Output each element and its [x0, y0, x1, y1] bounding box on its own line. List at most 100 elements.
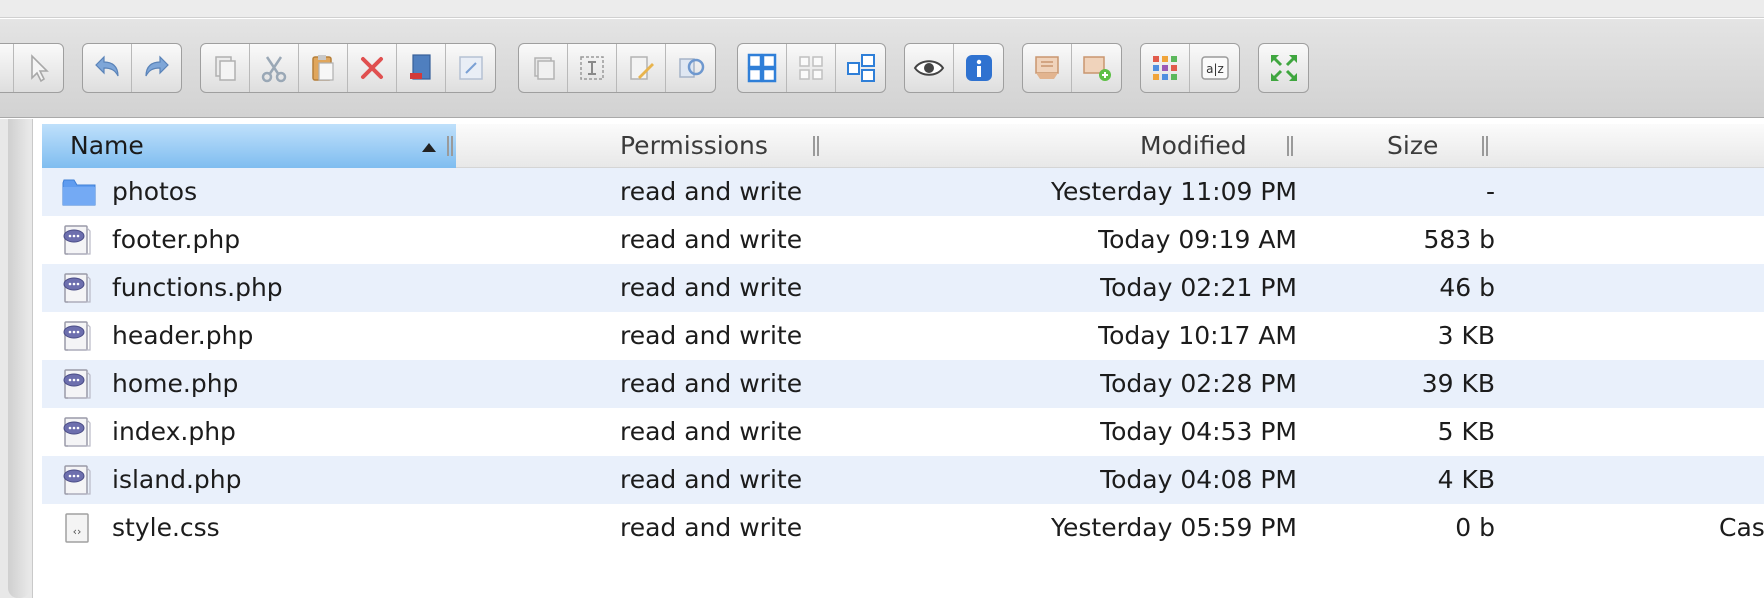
file-kind: Cas [1719, 513, 1764, 542]
file-modified: Yesterday 11:09 PM [1051, 177, 1297, 206]
column-header-modified[interactable]: Modified [1140, 124, 1300, 168]
edit-icon [630, 56, 654, 80]
mixed-view-button[interactable] [836, 44, 885, 92]
toolbar-group-history [82, 43, 182, 93]
edit-button[interactable] [617, 44, 666, 92]
php-file-icon [62, 408, 98, 456]
file-size: 0 b [1455, 513, 1495, 542]
sort-az-icon: a|z [1200, 56, 1229, 80]
column-resize-handle[interactable] [1287, 136, 1293, 156]
toolbar: a|z [0, 19, 1764, 118]
file-size: - [1485, 177, 1495, 206]
file-name: index.php [112, 417, 236, 446]
cut-button[interactable] [250, 44, 299, 92]
file-row[interactable]: index.php read and write Today 04:53 PM 5 K… [42, 408, 1764, 456]
fullscreen-button[interactable] [1259, 44, 1308, 92]
toolbar-group-view [737, 43, 886, 93]
file-size: 4 KB [1437, 465, 1495, 494]
cut-icon [261, 56, 287, 83]
mixed-view-icon [846, 54, 875, 82]
file-row[interactable]: home.php read and write Today 02:28 PM 39 K… [42, 360, 1764, 408]
file-name: home.php [112, 369, 239, 398]
toolbar-group-tools [518, 43, 716, 93]
file-name: header.php [112, 321, 254, 350]
toolbar-group-arrange: a|z [1140, 43, 1240, 93]
download-button[interactable] [1072, 44, 1121, 92]
file-name: style.css [112, 513, 220, 542]
sort-az-button[interactable]: a|z [1190, 44, 1239, 92]
duplicate-button[interactable] [397, 44, 446, 92]
info-button[interactable] [954, 44, 1003, 92]
php-file-icon [62, 312, 98, 360]
column-header-size[interactable]: Size [1387, 124, 1487, 168]
pointer-button[interactable] [14, 44, 63, 92]
paste-button[interactable] [299, 44, 348, 92]
file-size: 583 b [1423, 225, 1495, 254]
file-modified: Today 04:08 PM [1100, 465, 1297, 494]
large-grid-view-icon [747, 53, 777, 83]
resize-icon [458, 56, 483, 80]
info-icon [965, 55, 992, 81]
vertical-scrollbar[interactable] [8, 119, 30, 598]
toolbar-group-transfer [1022, 43, 1122, 93]
small-grid-view-button[interactable] [787, 44, 836, 92]
file-permissions: read and write [620, 273, 803, 302]
file-modified: Yesterday 05:59 PM [1051, 513, 1297, 542]
delete-button[interactable] [348, 44, 397, 92]
file-row[interactable]: footer.php read and write Today 09:19 AM 58… [42, 216, 1764, 264]
select-text-button[interactable] [568, 44, 617, 92]
file-permissions: read and write [620, 321, 803, 350]
php-file-icon [62, 264, 98, 312]
file-row[interactable]: functions.php read and write Today 02:21 P… [42, 264, 1764, 312]
column-resize-handle[interactable] [813, 136, 819, 156]
svg-text:‹›: ‹› [73, 525, 82, 538]
page-button[interactable] [0, 44, 14, 92]
undo-button[interactable] [83, 44, 132, 92]
file-size: 46 b [1439, 273, 1495, 302]
column-header-modified-label: Modified [1140, 131, 1247, 160]
sidebar-edge [0, 119, 33, 598]
php-file-icon [62, 360, 98, 408]
toolbar-group-select [0, 43, 64, 93]
resize-button[interactable] [446, 44, 495, 92]
large-grid-view-button[interactable] [738, 44, 787, 92]
copy-button[interactable] [201, 44, 250, 92]
file-permissions: read and write [620, 177, 803, 206]
toolbar-group-edit [200, 43, 496, 93]
page-icon [0, 51, 6, 85]
small-grid-view-icon [799, 56, 823, 80]
file-browser: Name Permissions Modified Size photos rea… [0, 119, 1764, 598]
file-size: 39 KB [1421, 369, 1495, 398]
sync-icon [678, 58, 704, 78]
preview-button[interactable] [905, 44, 954, 92]
upload-icon [1035, 56, 1059, 79]
paste-icon [312, 55, 334, 81]
download-icon [1082, 56, 1111, 81]
upload-button[interactable] [1023, 44, 1072, 92]
toolbar-group-inspect [904, 43, 1004, 93]
file-permissions: read and write [620, 417, 803, 446]
column-header-permissions[interactable]: Permissions [620, 124, 920, 168]
column-header-name[interactable]: Name [42, 124, 456, 168]
pointer-icon [30, 54, 49, 83]
color-grid-button[interactable] [1141, 44, 1190, 92]
file-row[interactable]: ‹› style.css read and write Yesterday 05:59… [42, 504, 1764, 552]
redo-button[interactable] [132, 44, 181, 92]
file-size: 3 KB [1437, 321, 1495, 350]
undo-icon [95, 55, 119, 77]
file-row[interactable]: photos read and write Yesterday 11:09 PM - [42, 168, 1764, 216]
redo-icon [144, 55, 169, 77]
toolbar-group-fullscreen [1258, 43, 1309, 93]
file-permissions: read and write [620, 369, 803, 398]
column-header-row: Name Permissions Modified Size [42, 124, 1764, 168]
file-row[interactable]: island.php read and write Today 04:08 PM 4 … [42, 456, 1764, 504]
file-row[interactable]: header.php read and write Today 10:17 AM 3 … [42, 312, 1764, 360]
folder-icon [62, 168, 98, 216]
stack-button[interactable] [519, 44, 568, 92]
file-permissions: read and write [620, 513, 803, 542]
column-resize-handle[interactable] [1482, 136, 1488, 156]
fullscreen-icon [1270, 55, 1297, 81]
sync-button[interactable] [666, 44, 715, 92]
css-file-icon: ‹› [62, 504, 98, 552]
column-resize-handle[interactable] [447, 136, 453, 156]
